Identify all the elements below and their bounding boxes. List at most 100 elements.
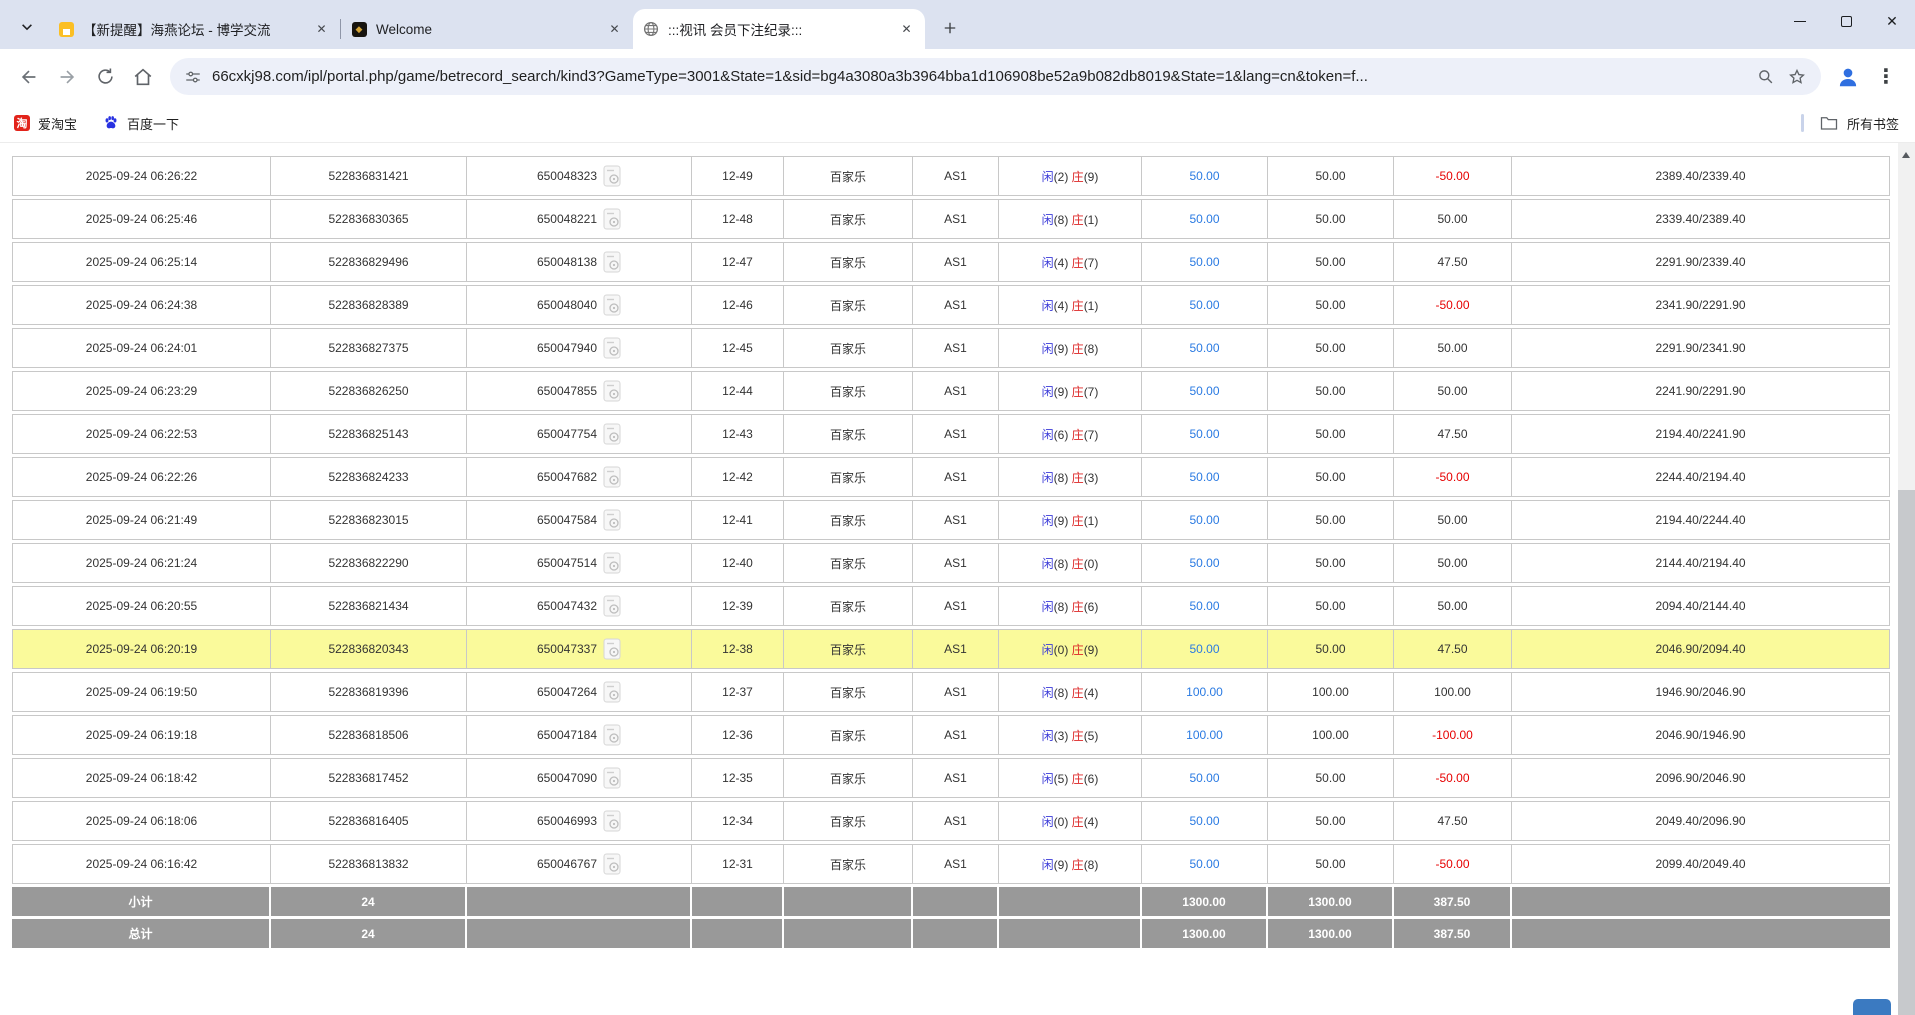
cell-bet-number: 522836827375 [271,328,467,368]
result-player-label: 闲 [1042,815,1054,829]
result-banker-points: (1) [1084,514,1099,528]
cell-bet-amount[interactable]: 50.00 [1142,414,1268,454]
menu-button[interactable]: ⋮ [1867,58,1905,96]
cell-bet-amount[interactable]: 50.00 [1142,156,1268,196]
video-record-icon[interactable] [603,724,621,746]
video-record-icon[interactable] [603,165,621,187]
cell-bet-amount[interactable]: 50.00 [1142,543,1268,583]
cell-bet-amount[interactable]: 50.00 [1142,801,1268,841]
cell-bet-amount[interactable]: 50.00 [1142,285,1268,325]
cell-bet-amount[interactable]: 50.00 [1142,629,1268,669]
result-banker-label: 庄 [1072,299,1084,313]
browser-tab-strip: 【新提醒】海燕论坛 - 博学交流 ✕ ◆ Welcome ✕ :::视讯 会员下… [0,0,1915,49]
video-record-icon[interactable] [603,552,621,574]
maximize-button[interactable] [1823,0,1869,42]
site-settings-tune-icon[interactable] [184,68,202,86]
video-record-icon[interactable] [603,767,621,789]
cell-win-loss: 47.50 [1394,629,1512,669]
tab-haiyan-forum[interactable]: 【新提醒】海燕论坛 - 博学交流 ✕ [48,9,340,49]
video-record-icon[interactable] [603,810,621,832]
bookmark-star-icon[interactable] [1787,67,1807,87]
back-to-top-button[interactable] [1853,999,1891,1015]
cell-table-number: 12-38 [692,629,784,669]
cell-round-number: 650047090 [467,758,692,798]
cell-account: AS1 [913,285,999,325]
cell-win-loss: 47.50 [1394,414,1512,454]
cell-bet-amount[interactable]: 50.00 [1142,242,1268,282]
cell-round-number: 650047855 [467,371,692,411]
close-window-button[interactable]: ✕ [1869,0,1915,42]
video-record-icon[interactable] [603,595,621,617]
forward-button[interactable] [48,58,86,96]
cell-result: 闲(8) 庄(1) [999,199,1142,239]
bookmark-baidu[interactable]: 百度一下 [103,114,179,133]
minimize-button[interactable] [1777,0,1823,42]
cell-bet-amount[interactable]: 100.00 [1142,672,1268,712]
cell-bet-time: 2025-09-24 06:21:49 [12,500,271,540]
scrollbar-thumb[interactable] [1898,490,1915,1015]
result-player-points: (9) [1054,858,1069,872]
scroll-up-arrow[interactable] [1902,152,1910,158]
close-tab-icon[interactable]: ✕ [606,21,623,38]
cell-bet-amount[interactable]: 50.00 [1142,500,1268,540]
result-player-label: 闲 [1042,858,1054,872]
close-tab-icon[interactable]: ✕ [898,21,915,38]
video-record-icon[interactable] [603,638,621,660]
cell-table-number: 12-36 [692,715,784,755]
cell-bet-amount[interactable]: 50.00 [1142,758,1268,798]
cell-result: 闲(6) 庄(7) [999,414,1142,454]
home-button[interactable] [124,58,162,96]
profile-avatar[interactable] [1829,58,1867,96]
tab-welcome[interactable]: ◆ Welcome ✕ [341,9,633,49]
video-record-icon[interactable] [603,681,621,703]
video-record-icon[interactable] [603,423,621,445]
video-record-icon[interactable] [603,337,621,359]
cell-game-type: 百家乐 [784,328,913,368]
result-banker-label: 庄 [1072,170,1084,184]
video-record-icon[interactable] [603,294,621,316]
video-record-icon[interactable] [603,853,621,875]
cell-game-type: 百家乐 [784,457,913,497]
result-banker-points: (6) [1084,600,1099,614]
cell-valid-amount: 50.00 [1268,457,1394,497]
result-banker-points: (1) [1084,299,1099,313]
cell-bet-amount[interactable]: 50.00 [1142,371,1268,411]
address-bar[interactable]: 66cxkj98.com/ipl/portal.php/game/betreco… [170,58,1821,95]
video-record-icon[interactable] [603,466,621,488]
maximize-icon [1841,16,1852,27]
round-number-text: 650047264 [537,685,597,699]
cell-bet-amount[interactable]: 100.00 [1142,715,1268,755]
cell-bet-amount[interactable]: 50.00 [1142,328,1268,368]
close-tab-icon[interactable]: ✕ [313,21,330,38]
result-player-points: (8) [1054,600,1069,614]
back-button[interactable] [10,58,48,96]
result-banker-label: 庄 [1072,729,1084,743]
video-record-icon[interactable] [603,509,621,531]
cell-bet-amount[interactable]: 50.00 [1142,199,1268,239]
browser-toolbar: 66cxkj98.com/ipl/portal.php/game/betreco… [0,49,1915,104]
cell-bet-amount[interactable]: 50.00 [1142,586,1268,626]
cell-valid-amount: 50.00 [1268,156,1394,196]
video-record-icon[interactable] [603,208,621,230]
result-player-label: 闲 [1042,428,1054,442]
bookmark-taobao[interactable]: 淘 爱淘宝 [14,114,77,133]
zoom-magnifier-icon[interactable] [1756,67,1775,86]
cell-bet-amount[interactable]: 50.00 [1142,844,1268,884]
table-row: 2025-09-24 06:21:49 522836823015 6500475… [12,500,1890,540]
new-tab-button[interactable] [935,13,965,43]
cell-valid-amount: 50.00 [1268,758,1394,798]
cell-bet-amount[interactable]: 50.00 [1142,457,1268,497]
tab-search-button[interactable] [12,12,42,42]
vertical-scrollbar [1898,143,1915,1015]
result-player-label: 闲 [1042,385,1054,399]
cell-balance: 2339.40/2389.40 [1512,199,1890,239]
reload-button[interactable] [86,58,124,96]
table-row: 2025-09-24 06:24:38 522836828389 6500480… [12,285,1890,325]
video-record-icon[interactable] [603,380,621,402]
all-bookmarks-button[interactable]: 所有书签 [1820,114,1899,133]
result-player-label: 闲 [1042,686,1054,700]
video-record-icon[interactable] [603,251,621,273]
tab-bet-records-active[interactable]: :::视讯 会员下注纪录::: ✕ [633,9,925,49]
bookmark-label: 百度一下 [127,114,179,133]
cell-balance: 2144.40/2194.40 [1512,543,1890,583]
